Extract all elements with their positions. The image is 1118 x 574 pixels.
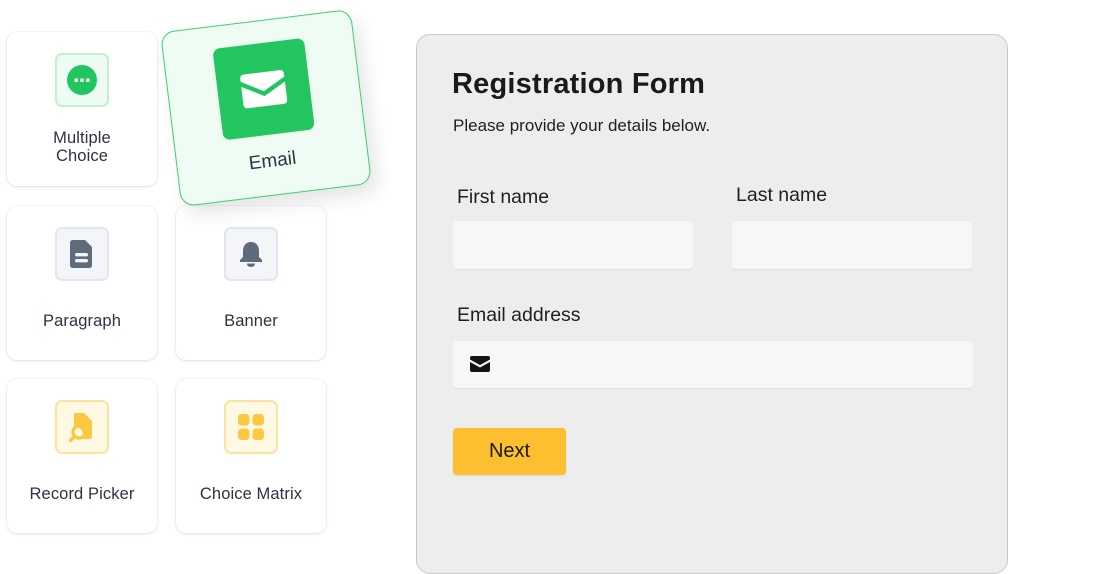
choice-matrix-icon-box xyxy=(224,400,278,454)
label-line: Choice xyxy=(56,146,108,165)
email-input[interactable] xyxy=(453,341,973,388)
registration-form: Registration Form Please provide your de… xyxy=(416,34,1008,574)
form-subtitle: Please provide your details below. xyxy=(453,116,711,135)
next-button[interactable]: Next xyxy=(453,428,566,475)
multiple-choice-icon-box xyxy=(55,53,109,107)
dots-circle-icon xyxy=(67,65,97,95)
palette-item-label: Banner xyxy=(224,311,278,330)
label-line: Multiple xyxy=(53,128,111,147)
record-picker-icon-box xyxy=(55,400,109,454)
palette-item-record-picker[interactable]: Record Picker xyxy=(7,379,157,533)
palette-item-banner[interactable]: Banner xyxy=(176,206,326,360)
first-name-input[interactable] xyxy=(453,221,693,269)
document-icon xyxy=(70,240,92,268)
palette-item-paragraph[interactable]: Paragraph xyxy=(7,206,157,360)
envelope-icon xyxy=(240,70,288,109)
email-icon-box xyxy=(212,37,315,141)
email-field xyxy=(453,341,973,388)
envelope-icon xyxy=(470,356,490,372)
first-name-label: First name xyxy=(457,186,550,208)
palette-item-label: Choice Matrix xyxy=(199,484,303,503)
banner-icon-box xyxy=(224,227,278,281)
record-search-icon xyxy=(68,413,92,443)
palette-item-multiple-choice[interactable]: Multiple Choice xyxy=(7,32,157,186)
palette-item-label: Record Picker xyxy=(29,484,135,503)
form-title: Registration Form xyxy=(452,68,706,100)
palette-item-label: Multiple Choice xyxy=(47,129,117,165)
email-label: Email address xyxy=(457,304,581,326)
palette-item-choice-matrix[interactable]: Choice Matrix xyxy=(176,379,326,533)
last-name-label: Last name xyxy=(736,184,828,206)
palette-item-label: Email xyxy=(247,147,298,175)
grid-icon xyxy=(238,414,264,440)
last-name-input[interactable] xyxy=(732,221,972,269)
paragraph-icon-box xyxy=(55,227,109,281)
bell-icon xyxy=(240,242,262,267)
palette-item-email-dragging[interactable]: Email xyxy=(159,8,373,208)
palette-item-label: Paragraph xyxy=(43,311,121,330)
